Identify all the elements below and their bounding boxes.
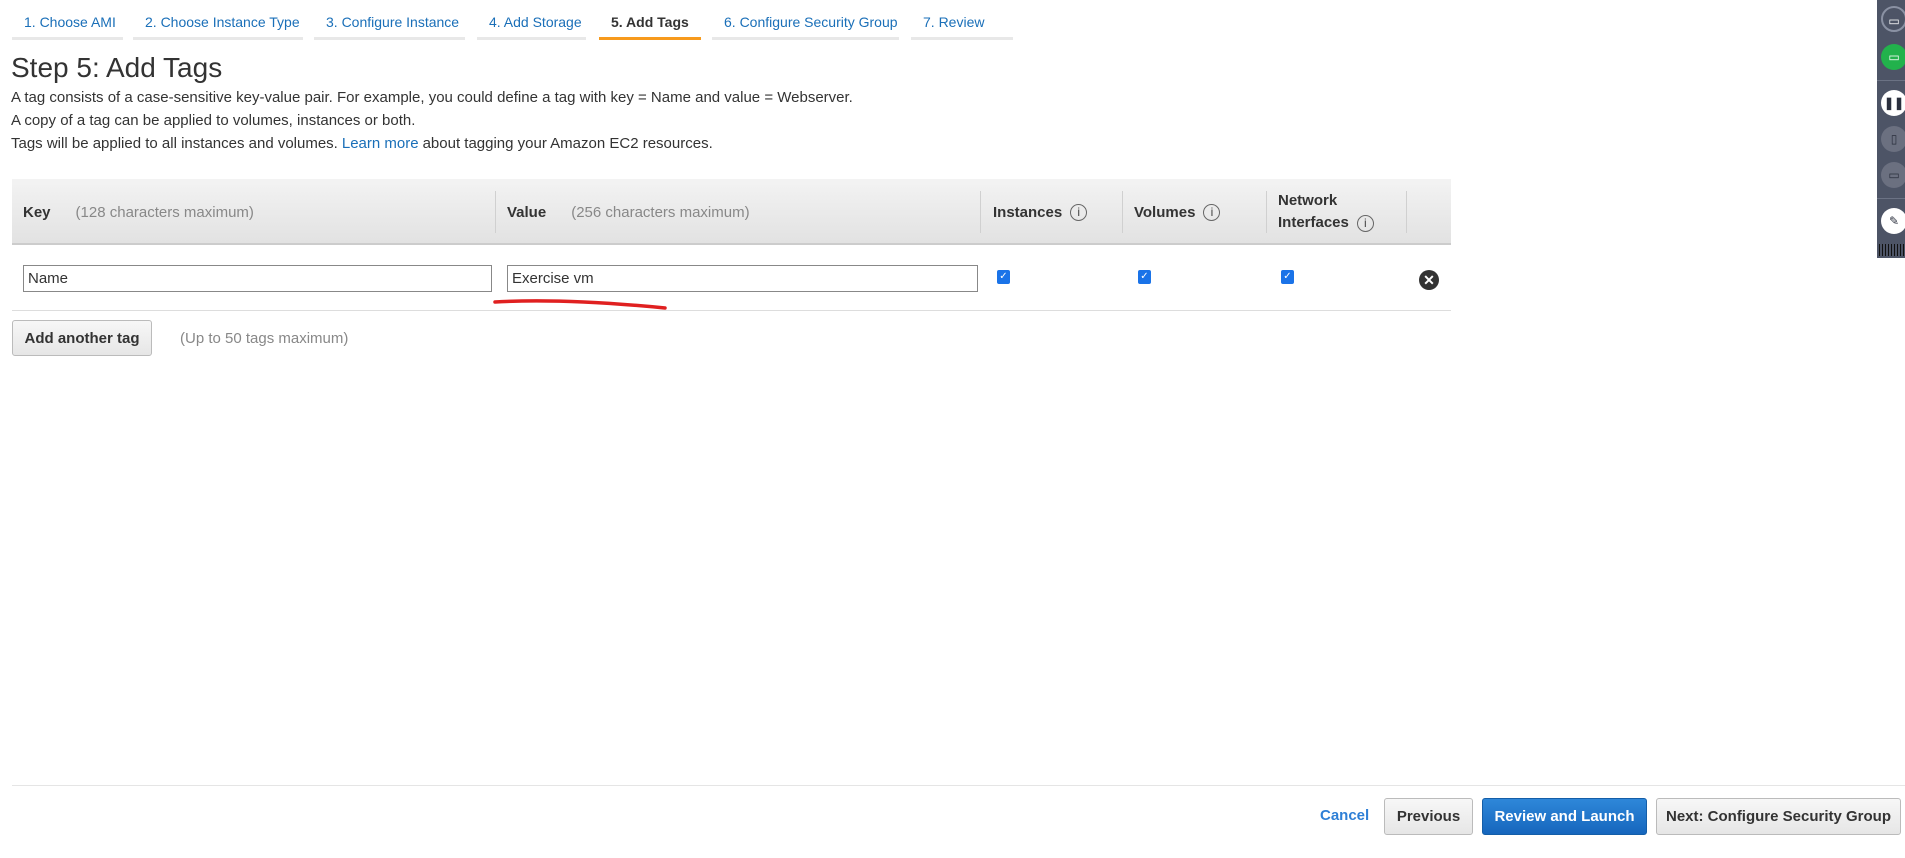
description-line: A copy of a tag can be applied to volume… [11, 112, 416, 129]
info-icon[interactable]: i [1356, 215, 1374, 232]
divider [1406, 191, 1407, 233]
info-icon[interactable]: i [1070, 203, 1088, 221]
volumes-checkbox[interactable]: ✓ [1138, 270, 1151, 284]
remove-tag-icon[interactable]: ✕ [1419, 270, 1439, 290]
previous-button[interactable]: Previous [1384, 798, 1473, 835]
divider [12, 310, 1451, 311]
key-hint: (128 characters maximum) [75, 203, 254, 221]
tab-choose-instance-type[interactable]: 2. Choose Instance Type [133, 0, 303, 40]
screens-icon[interactable]: ▭ [1881, 162, 1905, 188]
tag-value-input[interactable] [507, 265, 978, 292]
tags-table-header: Key (128 characters maximum) Value (256 ch… [12, 179, 1451, 245]
pause-icon[interactable]: ❚❚ [1881, 90, 1905, 116]
description-text: Tags will be applied to all instances an… [11, 135, 338, 152]
description-line: Tags will be applied to all instances an… [11, 135, 713, 152]
tab-add-tags[interactable]: 5. Add Tags [599, 0, 701, 40]
window-icon[interactable]: ▭ [1881, 6, 1905, 32]
key-header: Key (128 characters maximum) [12, 179, 254, 245]
tab-configure-instance[interactable]: 3. Configure Instance [314, 0, 465, 40]
volumes-header: Volumes i [1123, 179, 1221, 245]
description-line: A tag consists of a case-sensitive key-v… [11, 89, 853, 106]
value-hint: (256 characters maximum) [571, 203, 750, 221]
instances-header-label: Instances [993, 203, 1063, 221]
tab-review[interactable]: 7. Review [911, 0, 1013, 40]
add-another-tag-button[interactable]: Add another tag [12, 320, 152, 356]
monitor-icon[interactable]: ▭ [1881, 44, 1905, 70]
tab-add-storage[interactable]: 4. Add Storage [477, 0, 586, 40]
pencil-icon[interactable]: ✎ [1881, 208, 1905, 234]
remote-toolbar: ▭ ▭ ❚❚ ▯ ▭ ✎ [1877, 0, 1905, 258]
instances-header: Instances i [982, 179, 1088, 245]
tag-key-input[interactable] [23, 265, 492, 292]
divider [1877, 198, 1905, 199]
divider [980, 191, 981, 233]
value-header: Value (256 characters maximum) [496, 179, 750, 245]
network-label: Network [1278, 192, 1338, 209]
value-header-label: Value [507, 203, 547, 221]
cancel-link[interactable]: Cancel [1320, 807, 1369, 824]
tab-choose-ami[interactable]: 1. Choose AMI [12, 0, 123, 40]
review-and-launch-button[interactable]: Review and Launch [1482, 798, 1647, 835]
instances-checkbox[interactable]: ✓ [997, 270, 1010, 284]
footer-divider [12, 785, 1905, 786]
learn-more-link[interactable]: Learn more [342, 135, 419, 152]
volumes-header-label: Volumes [1134, 203, 1196, 221]
page-title: Step 5: Add Tags [11, 52, 223, 83]
interfaces-label: Interfaces [1278, 214, 1349, 231]
grip-handle[interactable] [1879, 244, 1905, 256]
tab-configure-security-group[interactable]: 6. Configure Security Group [712, 0, 899, 40]
tag-limit-hint: (Up to 50 tags maximum) [180, 330, 349, 347]
next-configure-security-group-button[interactable]: Next: Configure Security Group [1656, 798, 1901, 835]
divider [1877, 80, 1905, 81]
info-icon[interactable]: i [1203, 203, 1221, 221]
network-interfaces-checkbox[interactable]: ✓ [1281, 270, 1294, 284]
description-text: about tagging your Amazon EC2 resources. [422, 135, 713, 152]
network-interfaces-header: Network Interfaces i [1267, 179, 1374, 245]
mouse-icon[interactable]: ▯ [1881, 126, 1905, 152]
key-header-label: Key [23, 203, 51, 221]
